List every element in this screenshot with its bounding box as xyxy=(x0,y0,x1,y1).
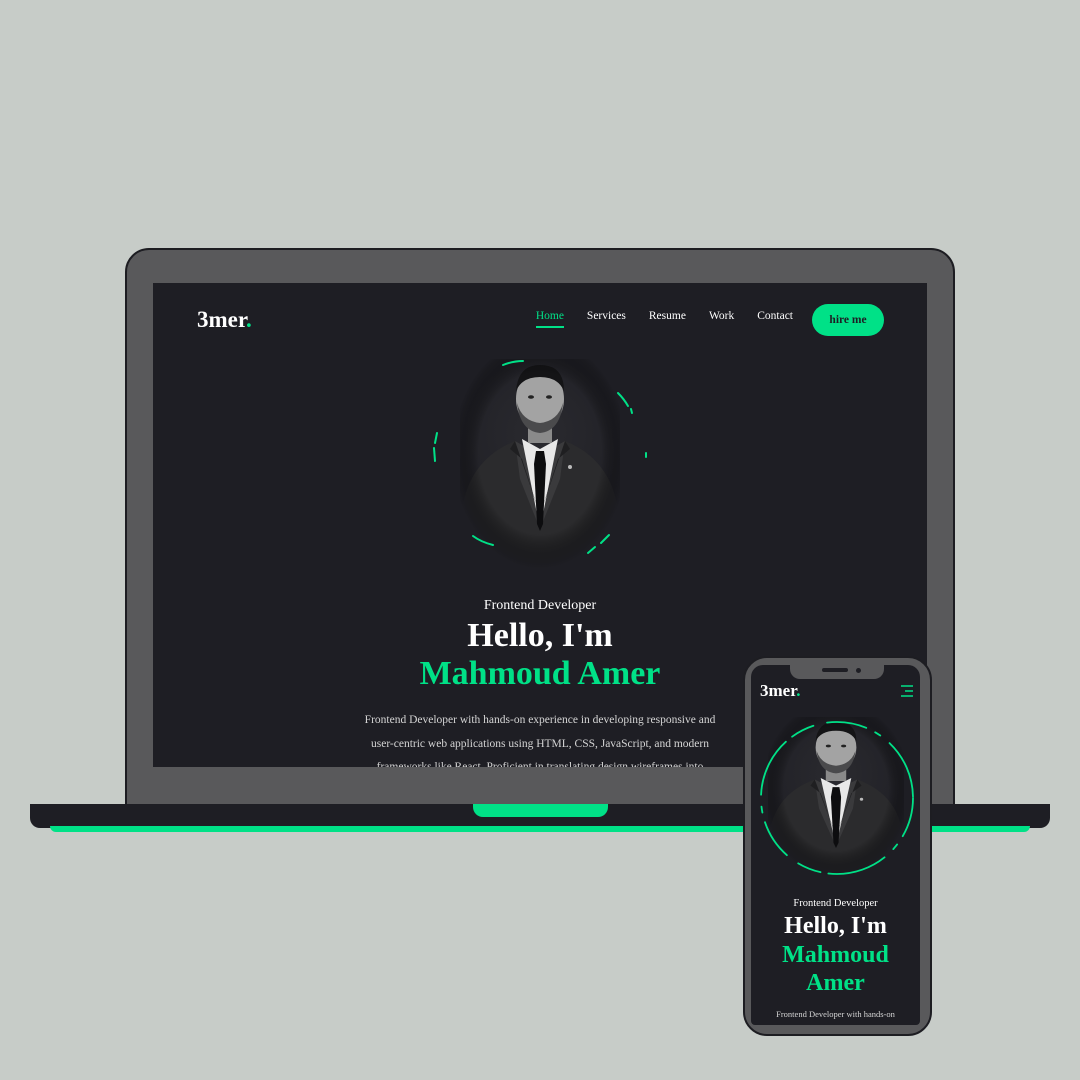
mobile-role-subtitle: Frontend Developer xyxy=(793,898,878,909)
mobile-name-line: Amer xyxy=(806,970,865,996)
dashed-ring-decoration xyxy=(433,360,647,554)
greeting-heading: Hello, I'm xyxy=(467,617,613,654)
phone-screen: 3mer. Frontend Developer Hello, I'm Mahm… xyxy=(751,665,920,1025)
description-line: Frontend Developer with hands-on experie… xyxy=(364,714,716,726)
role-subtitle: Frontend Developer xyxy=(483,598,597,613)
nav-work[interactable]: Work xyxy=(709,310,734,328)
mobile-brand-logo[interactable]: 3mer. xyxy=(760,681,800,701)
phone-speaker xyxy=(822,668,848,672)
nav-services[interactable]: Services xyxy=(587,310,626,328)
description-line: frameworks like React. Proficient in tra… xyxy=(376,761,704,767)
nav-contact[interactable]: Contact xyxy=(757,310,793,328)
brand-name: 3mer xyxy=(197,307,246,332)
mobile-name-line: Mahmoud xyxy=(782,942,889,968)
nav-resume[interactable]: Resume xyxy=(649,310,686,328)
hire-me-button[interactable]: hire me xyxy=(812,304,884,336)
phone-camera xyxy=(856,668,861,673)
mobile-brand-name: 3mer xyxy=(760,681,797,700)
mobile-brand-dot: . xyxy=(796,681,801,700)
nav-home[interactable]: Home xyxy=(535,310,564,328)
description-line: user-centric web applications using HTML… xyxy=(371,737,709,750)
laptop-notch xyxy=(473,804,608,817)
mobile-greeting-heading: Hello, I'm xyxy=(784,913,887,939)
main-nav: Home Services Resume Work Contact xyxy=(535,310,793,328)
menu-icon[interactable] xyxy=(899,684,915,698)
mobile-intro-description: Frontend Developer with hands-on xyxy=(776,1009,895,1019)
brand-logo[interactable]: 3mer. xyxy=(197,307,252,333)
mobile-name-heading: Mahmoud Amer xyxy=(751,941,920,997)
intro-description: Frontend Developer with hands-on experie… xyxy=(340,709,740,767)
brand-dot: . xyxy=(245,307,252,332)
mobile-dashed-ring-decoration xyxy=(760,721,914,875)
